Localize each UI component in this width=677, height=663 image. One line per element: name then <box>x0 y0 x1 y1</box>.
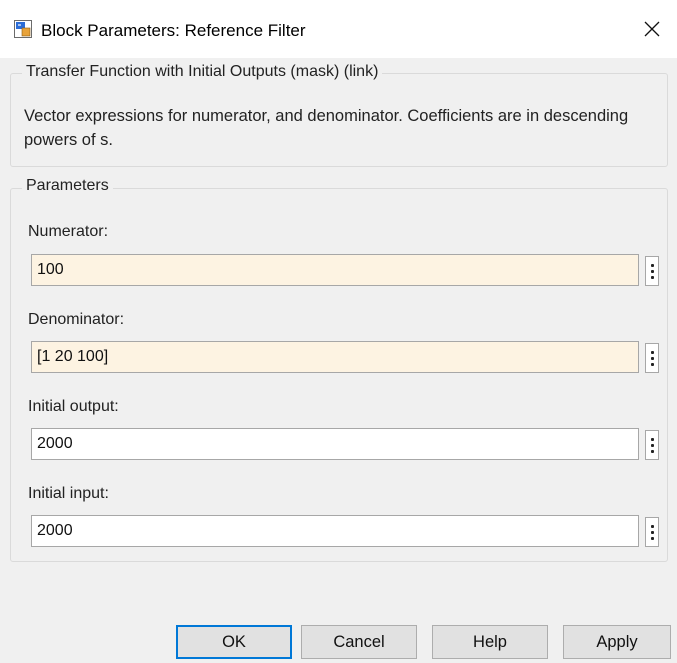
denominator-menu-button[interactable] <box>645 343 659 373</box>
parameters-group-title: Parameters <box>22 176 113 196</box>
initial-input-menu-button[interactable] <box>645 517 659 547</box>
initial-output-field[interactable] <box>31 428 639 460</box>
numerator-menu-button[interactable] <box>645 256 659 286</box>
initial-input-field[interactable] <box>31 515 639 547</box>
mask-group-title: Transfer Function with Initial Outputs (… <box>22 62 383 82</box>
initial-input-label: Initial input: <box>28 485 109 502</box>
vertical-ellipsis-icon <box>651 351 654 354</box>
denominator-field[interactable] <box>31 341 639 373</box>
apply-button[interactable]: Apply <box>563 625 671 659</box>
vertical-ellipsis-icon <box>651 438 654 441</box>
close-icon <box>644 21 660 37</box>
ok-button[interactable]: OK <box>176 625 292 659</box>
simulink-block-icon <box>14 20 32 38</box>
denominator-label: Denominator: <box>28 311 125 328</box>
vertical-ellipsis-icon <box>651 264 654 267</box>
block-parameters-dialog: Block Parameters: Reference Filter Trans… <box>0 0 677 663</box>
cancel-button[interactable]: Cancel <box>301 625 417 659</box>
help-button[interactable]: Help <box>432 625 548 659</box>
window-title: Block Parameters: Reference Filter <box>41 21 306 40</box>
initial-output-menu-button[interactable] <box>645 430 659 460</box>
title-bar[interactable]: Block Parameters: Reference Filter <box>0 0 677 58</box>
vertical-ellipsis-icon <box>651 525 654 528</box>
parameters-group <box>10 188 668 562</box>
numerator-field[interactable] <box>31 254 639 286</box>
close-button[interactable] <box>627 0 677 58</box>
numerator-label: Numerator: <box>28 223 109 240</box>
mask-description: Vector expressions for numerator, and de… <box>24 107 629 149</box>
initial-output-label: Initial output: <box>28 398 119 415</box>
